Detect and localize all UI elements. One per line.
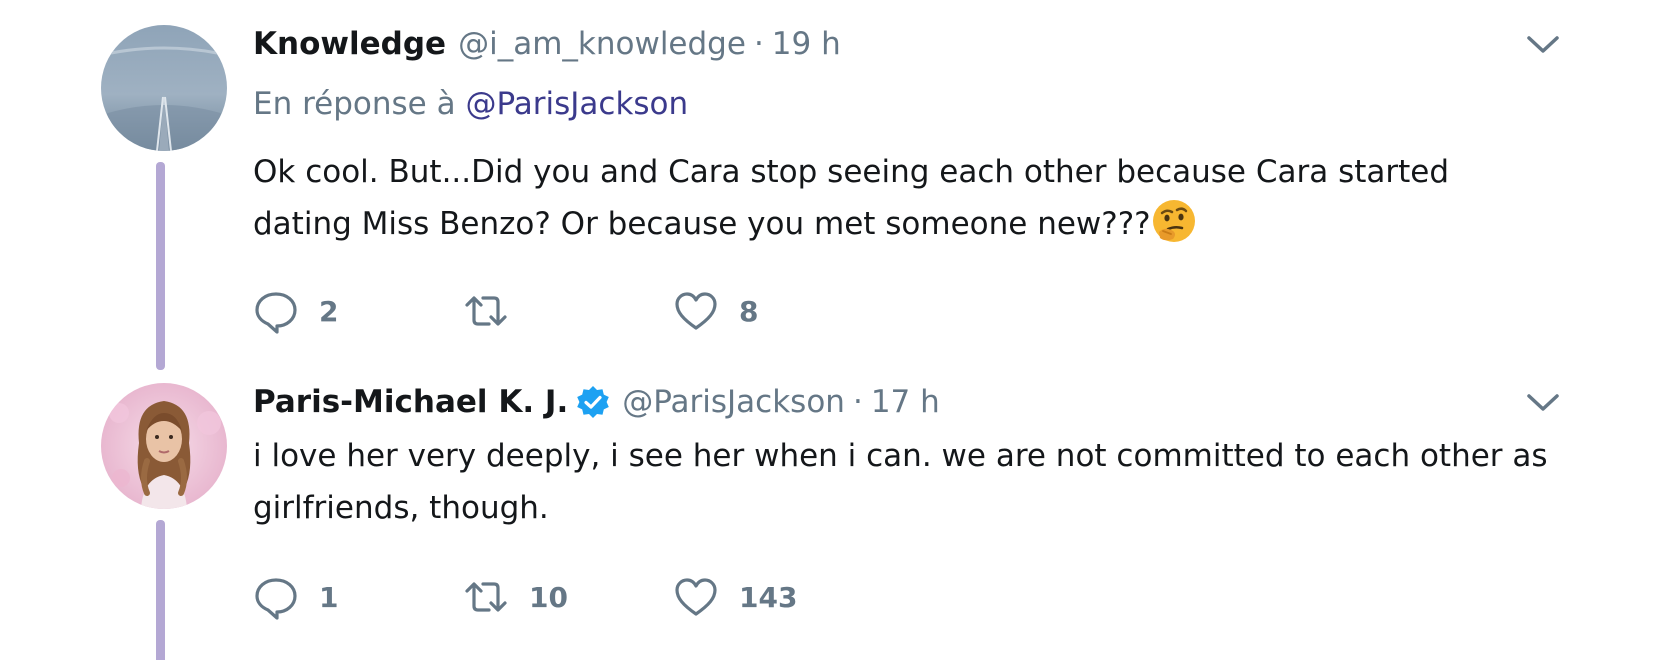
tweet[interactable]: Knowledge @i_am_knowledge · 19 h En répo… bbox=[0, 0, 1659, 370]
reply-button[interactable]: 2 bbox=[253, 286, 338, 336]
heart-icon bbox=[673, 288, 719, 334]
tweet-text: Ok cool. But...Did you and Cara stop see… bbox=[253, 146, 1553, 250]
retweet-icon bbox=[463, 574, 509, 620]
reply-button[interactable]: 1 bbox=[253, 572, 338, 622]
like-count: 8 bbox=[739, 294, 759, 328]
like-count: 143 bbox=[739, 580, 798, 614]
thread-line bbox=[156, 162, 165, 370]
tweet-header: Paris-Michael K. J. @ParisJackson · 17 h bbox=[253, 378, 940, 426]
display-name[interactable]: Paris-Michael K. J. bbox=[253, 384, 568, 420]
chevron-down-icon[interactable] bbox=[1525, 391, 1561, 415]
avatar[interactable] bbox=[101, 383, 227, 509]
retweet-button[interactable] bbox=[463, 286, 529, 336]
tweet-text-content: i love her very deeply, i see her when i… bbox=[253, 438, 1548, 526]
heart-icon bbox=[673, 574, 719, 620]
reply-context: En réponse à @ParisJackson bbox=[253, 86, 688, 122]
chevron-down-icon[interactable] bbox=[1525, 33, 1561, 57]
tweet-actions: 2 8 bbox=[253, 286, 953, 336]
separator-dot: · bbox=[753, 26, 764, 62]
user-handle[interactable]: @i_am_knowledge bbox=[458, 26, 746, 62]
tweet[interactable]: Paris-Michael K. J. @ParisJackson · 17 h… bbox=[0, 358, 1659, 660]
reply-count: 1 bbox=[319, 580, 339, 614]
separator-dot: · bbox=[852, 384, 863, 420]
retweet-button[interactable]: 10 bbox=[463, 572, 568, 622]
tweet-text: i love her very deeply, i see her when i… bbox=[253, 430, 1553, 534]
reply-context-prefix: En réponse à bbox=[253, 86, 456, 122]
user-handle[interactable]: @ParisJackson bbox=[622, 384, 845, 420]
timestamp[interactable]: 19 h bbox=[772, 26, 841, 62]
retweet-count: 10 bbox=[529, 580, 568, 614]
reply-count: 2 bbox=[319, 294, 339, 328]
timestamp[interactable]: 17 h bbox=[871, 384, 940, 420]
tweet-actions: 1 10 143 bbox=[253, 572, 953, 622]
like-button[interactable]: 143 bbox=[673, 572, 797, 622]
thinking-face-emoji bbox=[1151, 198, 1197, 244]
tweet-header: Knowledge @i_am_knowledge · 19 h bbox=[253, 20, 841, 68]
reply-icon bbox=[253, 288, 299, 334]
tweet-text-content: Ok cool. But...Did you and Cara stop see… bbox=[253, 154, 1450, 242]
like-button[interactable]: 8 bbox=[673, 286, 758, 336]
thread-line bbox=[156, 520, 165, 660]
avatar[interactable] bbox=[101, 25, 227, 151]
reply-mention-link[interactable]: @ParisJackson bbox=[465, 86, 688, 122]
retweet-icon bbox=[463, 288, 509, 334]
display-name[interactable]: Knowledge bbox=[253, 26, 446, 62]
reply-icon bbox=[253, 574, 299, 620]
verified-badge-icon bbox=[576, 385, 610, 419]
